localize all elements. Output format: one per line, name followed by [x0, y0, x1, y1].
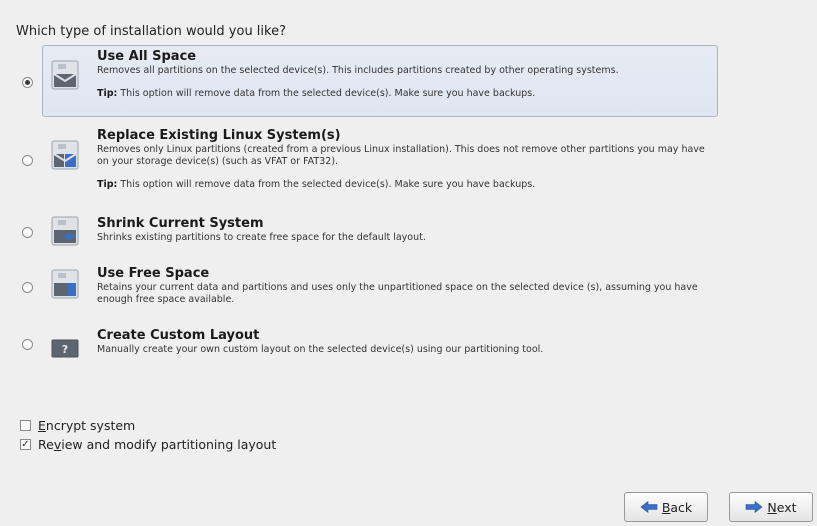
back-arrow-icon: [640, 501, 658, 513]
tip-text: This option will remove data from the se…: [117, 88, 536, 99]
review-layout-checkbox-row[interactable]: ✓ Review and modify partitioning layout: [20, 437, 276, 452]
tip-label: Tip:: [97, 88, 118, 99]
option-tip: Tip: This option will remove data from t…: [97, 179, 709, 190]
radio-shrink-current[interactable]: [22, 227, 33, 238]
option-description: Removes only Linux partitions (created f…: [97, 144, 705, 167]
encrypt-system-checkbox[interactable]: [20, 420, 31, 431]
encrypt-system-label: Encrypt system: [38, 418, 136, 433]
radio-create-custom[interactable]: [22, 339, 33, 350]
option-description: Shrinks existing partitions to create fr…: [97, 232, 426, 243]
option-description: Manually create your own custom layout o…: [97, 344, 544, 355]
tip-label: Tip:: [97, 179, 118, 190]
disk-replace-icon: [51, 140, 79, 170]
installation-type-panel: Which type of installation would you lik…: [0, 0, 817, 526]
option-description: Removes all partitions on the selected d…: [97, 65, 619, 76]
next-button[interactable]: Next: [729, 492, 813, 522]
option-title: Use All Space: [97, 49, 197, 64]
option-description: Retains your current data and partitions…: [97, 282, 698, 305]
disk-free-icon: [51, 269, 79, 299]
review-layout-checkbox[interactable]: ✓: [20, 439, 31, 450]
option-replace-linux[interactable]: Replace Existing Linux System(s) Removes…: [42, 124, 718, 198]
option-title: Replace Existing Linux System(s): [97, 128, 341, 143]
option-use-all-space[interactable]: Use All Space Removes all partitions on …: [42, 45, 718, 117]
radio-replace-linux[interactable]: [22, 155, 33, 166]
option-title: Use Free Space: [97, 266, 210, 281]
next-button-label: Next: [767, 499, 797, 515]
option-title: Shrink Current System: [97, 216, 264, 231]
back-button-label: Back: [661, 499, 693, 515]
custom-layout-icon: ?: [51, 339, 79, 358]
radio-use-all-space[interactable]: [22, 77, 33, 88]
next-arrow-icon: [746, 501, 763, 513]
disk-shrink-icon: [51, 216, 79, 246]
page-question: Which type of installation would you lik…: [16, 24, 286, 39]
option-create-custom[interactable]: ? Create Custom Layout Manually create y…: [42, 324, 718, 364]
radio-use-free-space[interactable]: [22, 282, 33, 293]
disk-full-icon: [51, 60, 79, 90]
option-shrink-current[interactable]: Shrink Current System Shrinks existing p…: [42, 212, 718, 252]
tip-text: This option will remove data from the se…: [117, 179, 536, 190]
option-title: Create Custom Layout: [97, 328, 260, 343]
review-layout-label: Review and modify partitioning layout: [38, 437, 277, 452]
encrypt-system-checkbox-row[interactable]: Encrypt system: [20, 418, 135, 433]
svg-text:?: ?: [62, 343, 68, 356]
back-button[interactable]: Back: [624, 492, 708, 522]
option-use-free-space[interactable]: Use Free Space Retains your current data…: [42, 262, 718, 310]
option-tip: Tip: This option will remove data from t…: [97, 88, 709, 99]
